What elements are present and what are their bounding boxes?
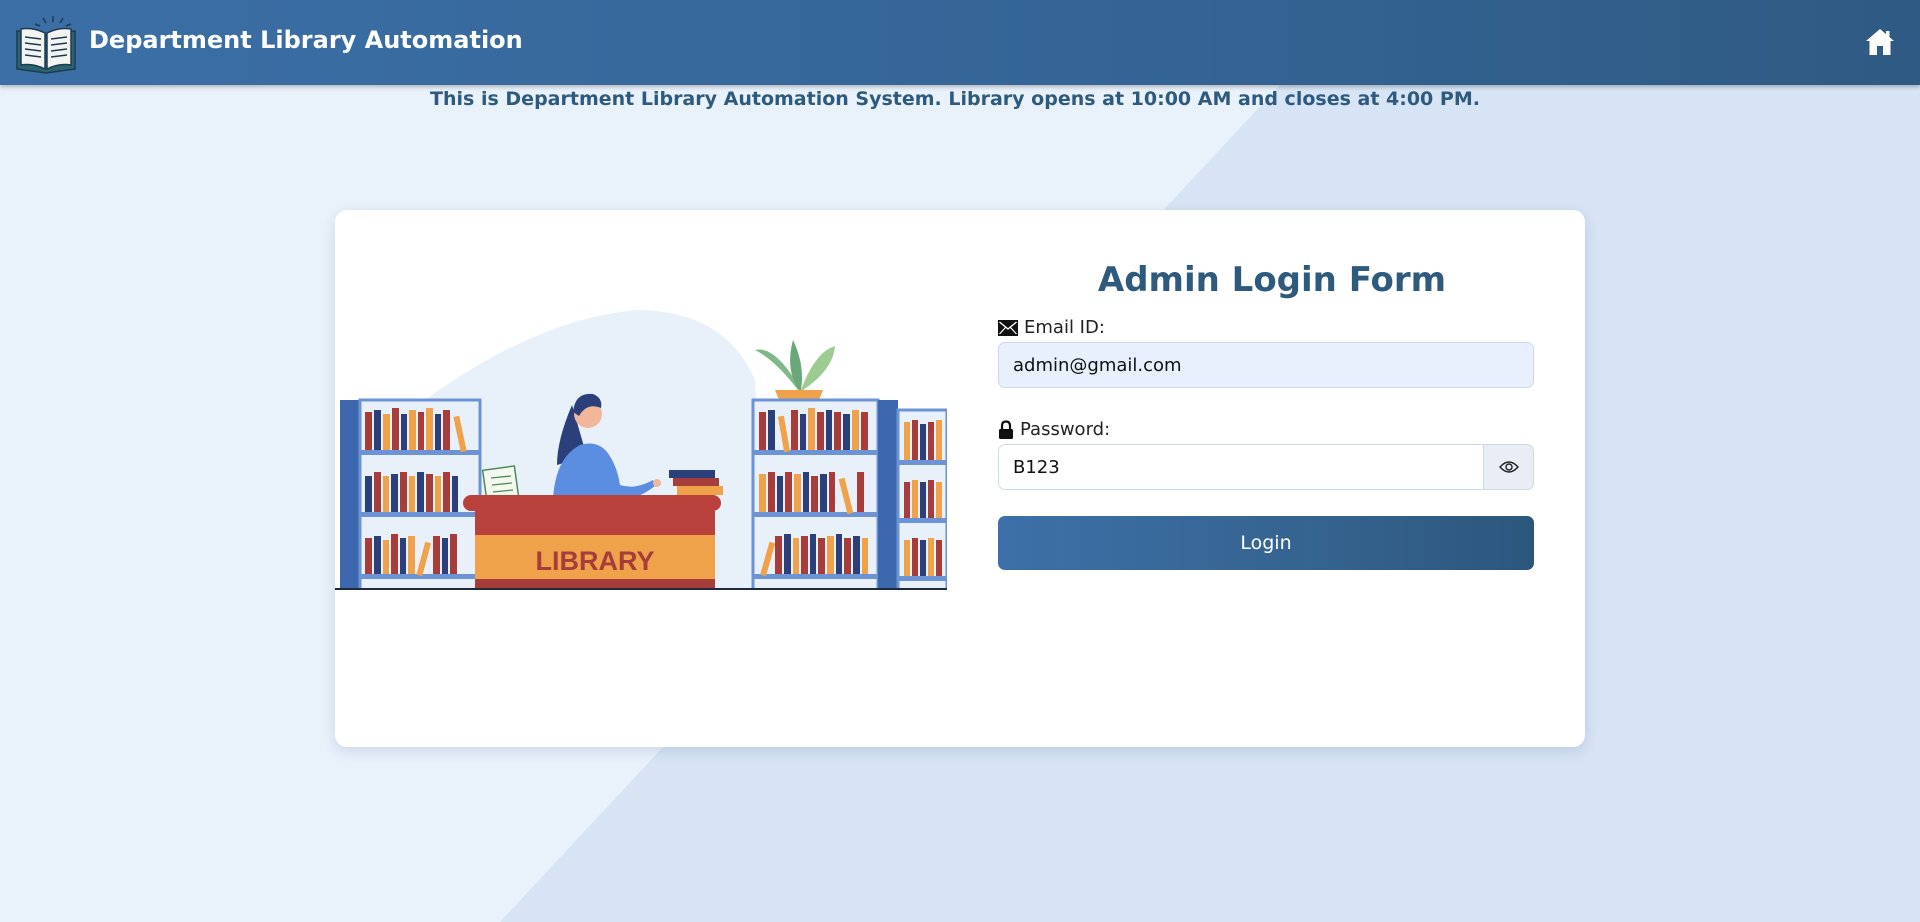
- envelope-icon: [998, 319, 1018, 336]
- login-card: LIBRARY Admin Login Form Email ID: admin…: [335, 210, 1585, 747]
- password-field[interactable]: [998, 444, 1483, 490]
- login-button[interactable]: Login: [998, 516, 1534, 570]
- library-hours-notice: This is Department Library Automation Sy…: [430, 88, 1480, 110]
- desk-sign: LIBRARY: [536, 546, 655, 576]
- open-book-icon: [16, 16, 76, 74]
- app-title[interactable]: Department Library Automation: [89, 26, 523, 54]
- eye-icon: [1498, 461, 1519, 473]
- toggle-password-button[interactable]: [1483, 444, 1534, 490]
- form-title: Admin Login Form: [1097, 260, 1447, 300]
- password-group: [998, 444, 1534, 490]
- password-label: Password:: [998, 419, 1110, 440]
- navbar: Department Library Automation: [0, 0, 1920, 85]
- library-illustration: LIBRARY: [335, 310, 947, 590]
- email-label-text: Email ID:: [1024, 317, 1105, 338]
- lock-icon: [999, 419, 1013, 439]
- email-label: Email ID:: [998, 317, 1105, 338]
- home-icon[interactable]: [1864, 26, 1896, 58]
- email-field[interactable]: [998, 342, 1534, 388]
- password-label-text: Password:: [1020, 419, 1111, 440]
